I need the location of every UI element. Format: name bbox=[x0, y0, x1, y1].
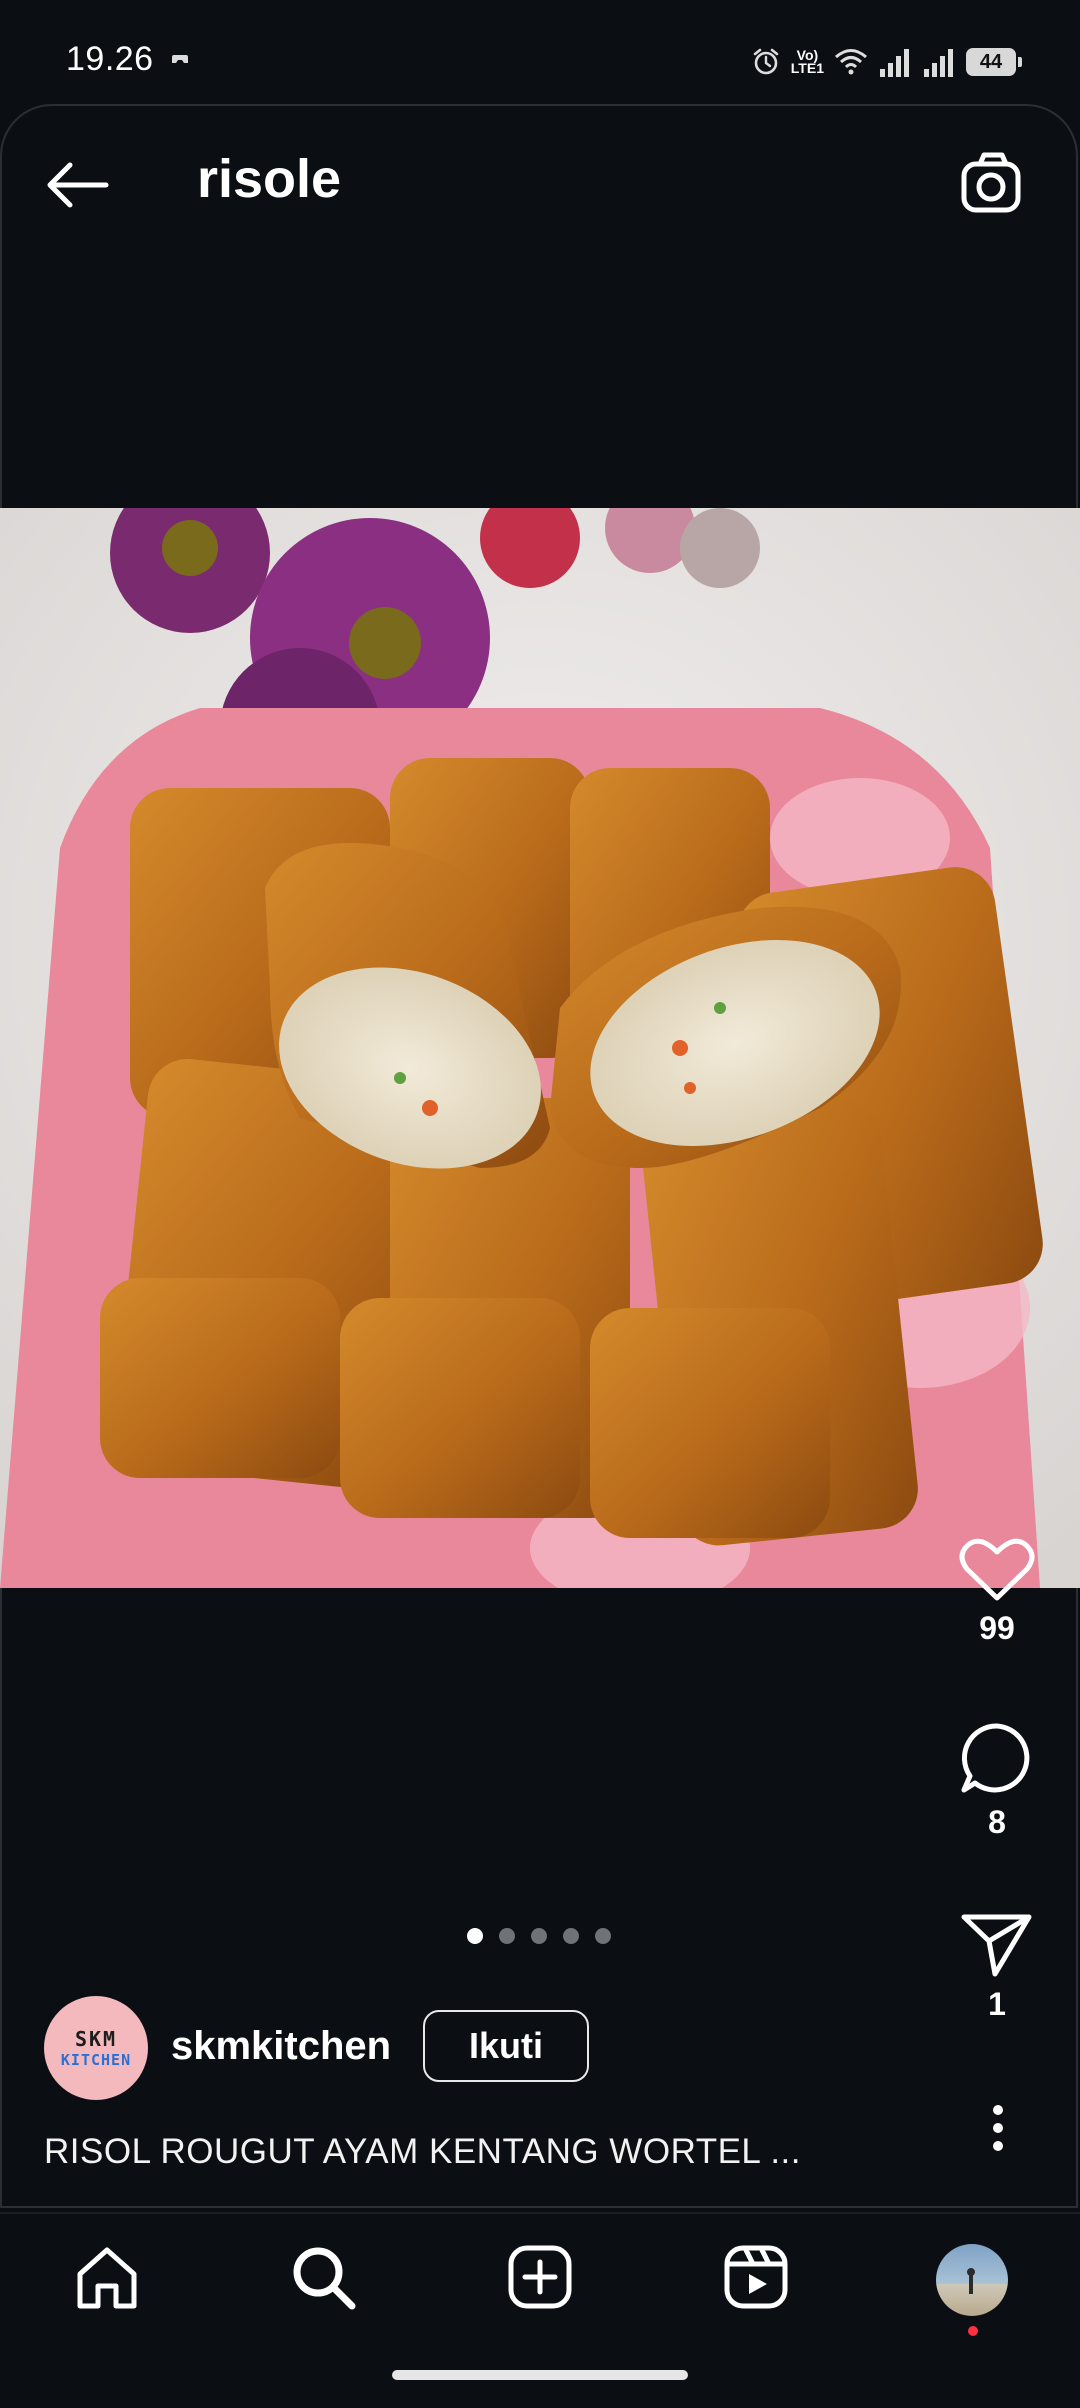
post-image[interactable] bbox=[0, 508, 1080, 1588]
status-icons: Vo) LTE1 44 bbox=[751, 42, 1022, 82]
profile-photo bbox=[967, 2268, 975, 2294]
status-time: 19.26 bbox=[66, 40, 154, 78]
status-bar: 19.26 Vo) LTE1 44 bbox=[0, 0, 1080, 100]
carousel-dot-1 bbox=[467, 1928, 483, 1944]
signal-icon-1 bbox=[880, 49, 909, 77]
heart-icon[interactable] bbox=[959, 1536, 1035, 1602]
reels-icon[interactable] bbox=[721, 2242, 791, 2312]
comment-icon[interactable] bbox=[959, 1720, 1035, 1796]
send-icon[interactable] bbox=[959, 1912, 1035, 1978]
plus-square-icon[interactable] bbox=[505, 2242, 575, 2312]
avatar-logo-line1: SKM bbox=[74, 2027, 118, 2051]
share-action[interactable]: 1 bbox=[952, 1912, 1042, 2023]
gamepad-icon bbox=[172, 55, 188, 63]
volte-indicator: Vo) LTE1 bbox=[790, 48, 824, 76]
user-avatar[interactable]: SKM KITCHEN bbox=[44, 1996, 148, 2100]
comment-count: 8 bbox=[988, 1804, 1006, 1840]
risoles bbox=[100, 758, 1043, 1546]
like-count: 99 bbox=[979, 1610, 1015, 1646]
comment-action[interactable]: 8 bbox=[952, 1720, 1042, 1841]
volte-bottom: LTE1 bbox=[790, 60, 824, 76]
signal-icon-2 bbox=[924, 49, 953, 77]
bottom-nav bbox=[0, 2212, 1080, 2344]
camera-icon[interactable] bbox=[958, 150, 1026, 218]
share-count: 1 bbox=[988, 1986, 1006, 2022]
carousel-dot-5 bbox=[595, 1928, 611, 1944]
follow-button[interactable]: Ikuti bbox=[423, 2010, 589, 2082]
username[interactable]: skmkitchen bbox=[171, 2024, 391, 2069]
post-caption[interactable]: RISOL ROUGUT AYAM KENTANG WORTEL ... bbox=[44, 2132, 801, 2172]
carousel-dot-2 bbox=[499, 1928, 515, 1944]
like-action[interactable]: 99 bbox=[952, 1536, 1042, 1647]
notification-dot bbox=[968, 2326, 978, 2336]
wifi-icon bbox=[835, 49, 867, 75]
avatar-logo-line2: KITCHEN bbox=[60, 2051, 132, 2069]
arrow-left-icon[interactable] bbox=[40, 155, 114, 215]
carousel-dot-3 bbox=[531, 1928, 547, 1944]
carousel-dot-4 bbox=[563, 1928, 579, 1944]
carousel-indicator bbox=[467, 1928, 611, 1944]
more-vertical-icon[interactable] bbox=[978, 2104, 1018, 2152]
home-indicator[interactable] bbox=[392, 2370, 688, 2380]
search-icon[interactable] bbox=[288, 2242, 358, 2312]
page-title: risole bbox=[197, 149, 342, 209]
alarm-icon bbox=[753, 48, 779, 75]
home-icon[interactable] bbox=[72, 2242, 142, 2312]
battery-indicator: 44 bbox=[966, 48, 1022, 76]
profile-avatar[interactable] bbox=[936, 2244, 1008, 2316]
